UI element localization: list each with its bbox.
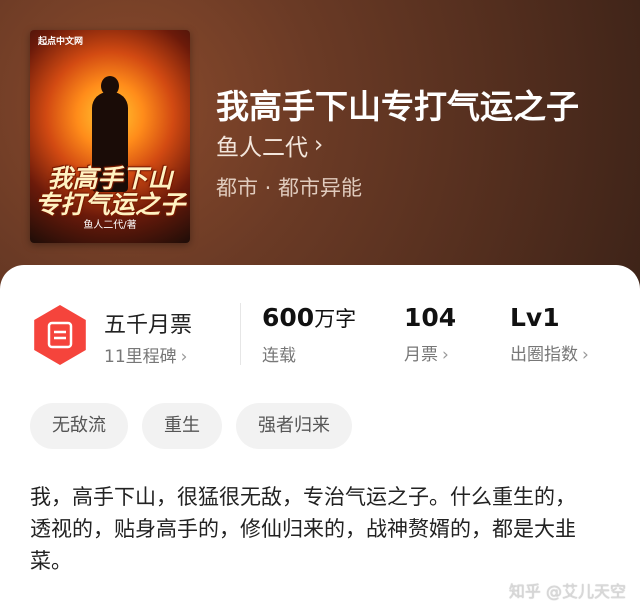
monthly-ticket-title: 五千月票 xyxy=(104,313,193,338)
chevron-right-icon: › xyxy=(180,347,188,367)
tag-chip[interactable]: 强者归来 xyxy=(236,403,352,449)
book-description: 我，高手下山，很猛很无敌，专治气运之子。什么重生的，透视的，贴身高手的，修仙归来… xyxy=(30,485,576,573)
book-cover-image[interactable]: 起点中文网 我高手下山 专打气运之子 鱼人二代/著 xyxy=(30,30,190,243)
watermark: 知乎 @艾儿天空 xyxy=(508,582,626,601)
cover-publisher: 起点中文网 xyxy=(38,37,84,47)
chevron-right-icon: › xyxy=(442,345,449,365)
chevron-right-icon: › xyxy=(582,345,589,365)
cover-author: 鱼人二代/著 xyxy=(83,220,137,231)
author-link[interactable]: 鱼人二代 › xyxy=(216,128,323,162)
milestone-link[interactable]: 11里程碑 › xyxy=(104,342,187,367)
book-info-card: 五千月票 11里程碑 › 600万字 连载 104 月票 › Lv1 出圈指数 › 无… xyxy=(0,265,640,612)
cover-title: 我高手下山 专打气运之子 xyxy=(34,164,185,219)
tag-list: 无敌流 重生 强者归来 xyxy=(30,403,352,449)
stat-monthly-tickets[interactable]: 104 月票 › xyxy=(404,303,456,365)
stat-breakout-index[interactable]: Lv1 出圈指数 › xyxy=(510,303,589,365)
stats-divider xyxy=(240,303,241,365)
genre-label: 都市 · 都市异能 xyxy=(216,176,363,200)
tag-chip[interactable]: 重生 xyxy=(142,403,222,449)
chevron-right-icon: › xyxy=(314,132,324,158)
book-title: 我高手下山专打气运之子 xyxy=(216,87,579,126)
stat-word-count: 600万字 连载 xyxy=(262,303,357,366)
book-header: 起点中文网 我高手下山 专打气运之子 鱼人二代/著 我高手下山专打气运之子 鱼人… xyxy=(0,0,640,300)
tag-chip[interactable]: 无敌流 xyxy=(30,403,128,449)
author-name: 鱼人二代 xyxy=(216,135,308,161)
ticket-hexagon-icon xyxy=(34,305,86,365)
